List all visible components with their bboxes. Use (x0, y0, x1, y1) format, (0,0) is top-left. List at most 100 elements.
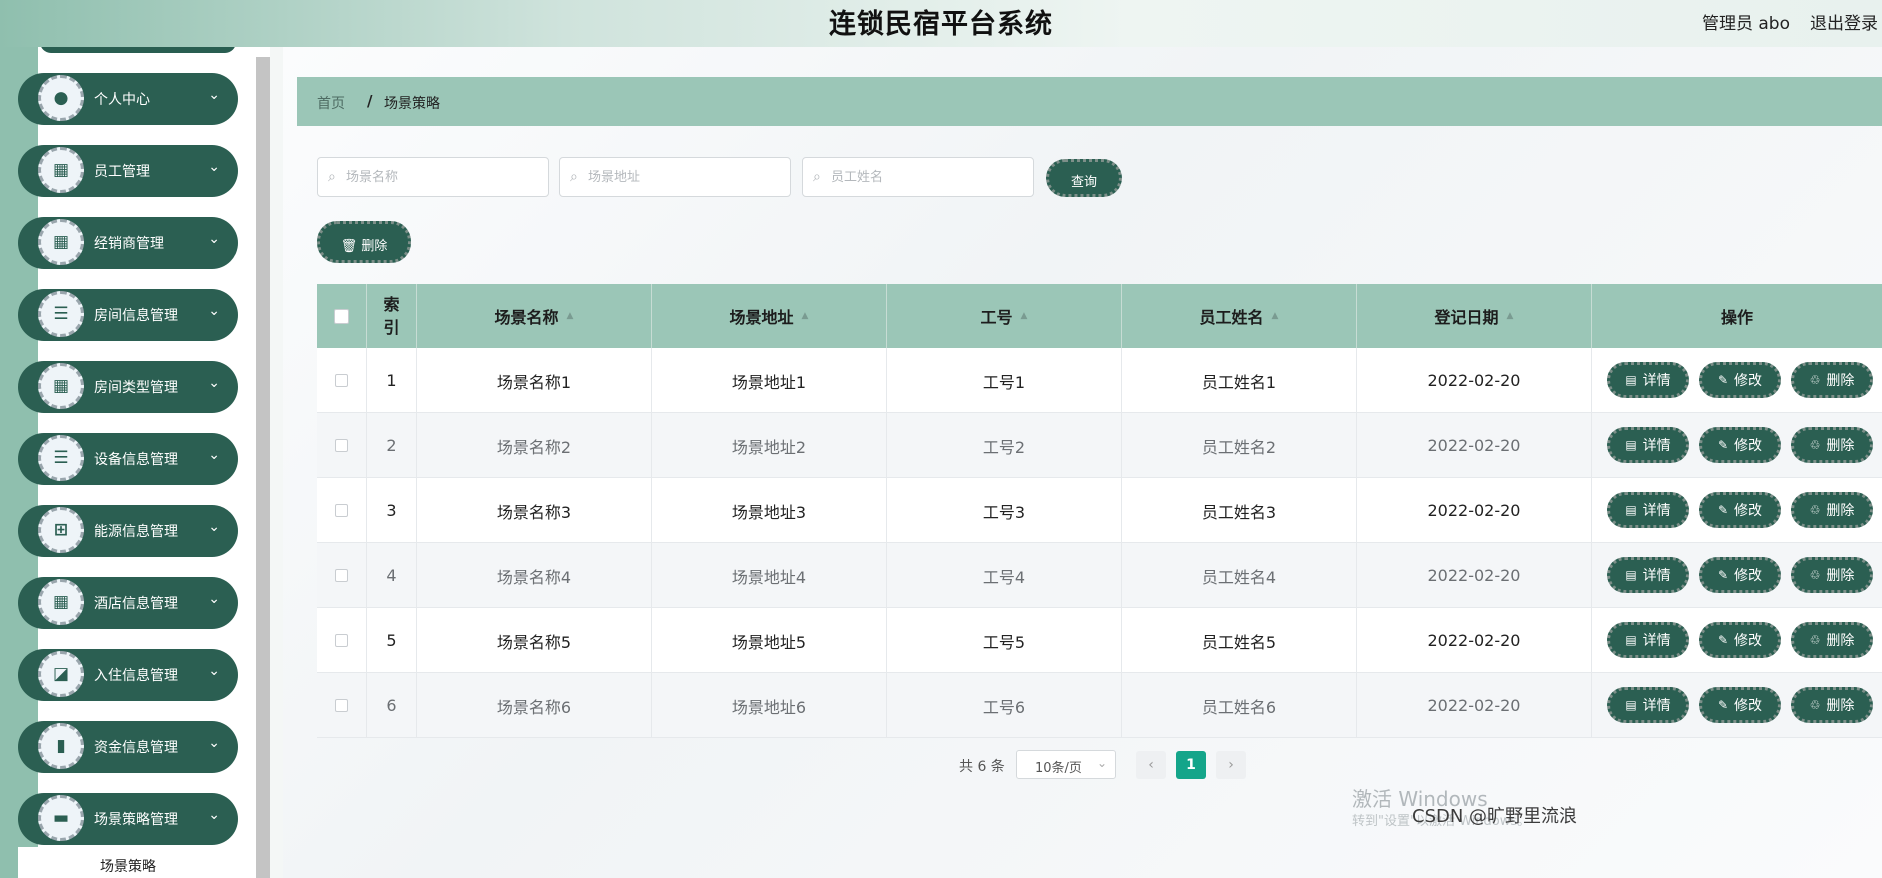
sidebar-item[interactable]: ◪ 入住信息管理 ⌄ (18, 649, 238, 701)
header-index-label: 索引 (383, 295, 400, 337)
row-checkbox[interactable] (335, 504, 348, 517)
batch-delete-button[interactable]: 🗑 删除 (317, 221, 411, 263)
delete-button-label: 删除 (1826, 373, 1855, 389)
cell-index: 6 (367, 673, 417, 738)
header-actions: 操作 (1592, 284, 1882, 348)
detail-button[interactable]: ▤ 详情 (1607, 557, 1689, 593)
row-select-cell (317, 478, 367, 543)
query-button-label: 查询 (1070, 175, 1097, 190)
top-header: 连锁民宿平台系统 管理员 abo 退出登录 (0, 0, 1882, 47)
document-icon: ▤ (1625, 698, 1637, 712)
delete-button[interactable]: ♲ 删除 (1791, 687, 1873, 723)
delete-button[interactable]: ♲ 删除 (1791, 362, 1873, 398)
logout-link[interactable]: 退出登录 (1810, 9, 1878, 34)
detail-button[interactable]: ▤ 详情 (1607, 427, 1689, 463)
sidebar-item[interactable]: ▦ 经销商管理 ⌄ (18, 217, 238, 269)
cell-index: 1 (367, 348, 417, 413)
row-checkbox[interactable] (335, 634, 348, 647)
sort-icon[interactable]: ▲︎ (1507, 311, 1514, 321)
sidebar-item[interactable]: ▮ 资金信息管理 ⌄ (18, 721, 238, 773)
cell-job-no: 工号3 (887, 478, 1122, 543)
header-actions-label: 操作 (1720, 308, 1753, 327)
employee-name-search-input[interactable] (831, 166, 1027, 188)
edit-button-label: 修改 (1734, 568, 1763, 584)
edit-button[interactable]: ✎ 修改 (1699, 557, 1781, 593)
cell-scene-name: 场景名称3 (417, 478, 652, 543)
sidebar-item[interactable]: ▦ 酒店信息管理 ⌄ (18, 577, 238, 629)
cell-reg-date: 2022-02-20 (1357, 478, 1592, 543)
cell-scene-name: 场景名称5 (417, 608, 652, 673)
edit-button[interactable]: ✎ 修改 (1699, 492, 1781, 528)
cell-reg-date: 2022-02-20 (1357, 673, 1592, 738)
breadcrumb-home[interactable]: 首页 (317, 93, 345, 113)
delete-button-label: 删除 (1826, 503, 1855, 519)
row-checkbox[interactable] (335, 569, 348, 582)
sidebar-item[interactable]: ▦ 员工管理 ⌄ (18, 145, 238, 197)
delete-button[interactable]: ♲ 删除 (1791, 557, 1873, 593)
sort-icon[interactable]: ▲︎ (802, 311, 809, 321)
delete-button[interactable]: ♲ 删除 (1791, 427, 1873, 463)
sort-icon[interactable]: ▲︎ (1021, 311, 1028, 321)
sidebar-item[interactable]: ▬ 场景策略管理 ⌄ (18, 793, 238, 845)
sidebar-item[interactable]: ▦ 房间类型管理 ⌄ (18, 361, 238, 413)
sidebar-item-label: 员工管理 (94, 164, 150, 180)
select-all-checkbox[interactable] (334, 308, 349, 324)
detail-button[interactable]: ▤ 详情 (1607, 362, 1689, 398)
sidebar-item[interactable]: ☰ 设备信息管理 ⌄ (18, 433, 238, 485)
scene-name-search-field[interactable]: ⌕ (317, 157, 549, 197)
list-icon: ☰ (38, 435, 84, 481)
edit-button[interactable]: ✎ 修改 (1699, 362, 1781, 398)
chevron-down-icon: ⌄ (208, 663, 220, 679)
cell-index: 5 (367, 608, 417, 673)
sort-icon[interactable]: ▲︎ (567, 311, 574, 321)
pagination-page-1[interactable]: 1 (1176, 751, 1206, 779)
delete-button-label: 删除 (1826, 438, 1855, 454)
pagination-prev-button[interactable]: ‹ (1136, 751, 1166, 779)
list-icon: ☰ (38, 291, 84, 337)
submenu-item-scene-strategy[interactable]: 场景策略 (18, 847, 238, 878)
pagination-next-button[interactable]: › (1216, 751, 1246, 779)
cell-reg-date: 2022-02-20 (1357, 413, 1592, 478)
cell-index: 2 (367, 413, 417, 478)
employee-name-search-field[interactable]: ⌕ (802, 157, 1034, 197)
page-size-select[interactable]: 10条/页 ⌄ (1016, 750, 1116, 779)
delete-button[interactable]: ♲ 删除 (1791, 622, 1873, 658)
row-checkbox[interactable] (335, 699, 348, 712)
edit-button-label: 修改 (1734, 373, 1763, 389)
edit-button[interactable]: ✎ 修改 (1699, 687, 1781, 723)
edit-button[interactable]: ✎ 修改 (1699, 427, 1781, 463)
scene-address-search-input[interactable] (588, 166, 784, 188)
detail-button[interactable]: ▤ 详情 (1607, 622, 1689, 658)
delete-button[interactable]: ♲ 删除 (1791, 492, 1873, 528)
document-icon: ▤ (1625, 633, 1637, 647)
sidebar-menu-item-partial[interactable] (40, 47, 236, 53)
chevron-down-icon: ⌄ (208, 375, 220, 391)
header-scene-address[interactable]: 场景地址 ▲︎ (652, 284, 887, 348)
sidebar-item[interactable]: ☰ 房间信息管理 ⌄ (18, 289, 238, 341)
edit-button[interactable]: ✎ 修改 (1699, 622, 1781, 658)
scene-address-search-field[interactable]: ⌕ (559, 157, 791, 197)
table-row: 2 场景名称2 场景地址2 工号2 员工姓名2 2022-02-20 ▤ 详情 ✎ 修改 ♲ 删除 (317, 413, 1882, 478)
sidebar-item-label: 入住信息管理 (94, 668, 178, 684)
row-checkbox[interactable] (335, 439, 348, 452)
detail-button[interactable]: ▤ 详情 (1607, 492, 1689, 528)
grid-icon: ▦ (38, 579, 84, 625)
header-reg-date[interactable]: 登记日期 ▲︎ (1357, 284, 1592, 348)
sort-icon[interactable]: ▲︎ (1272, 311, 1279, 321)
detail-button-label: 详情 (1642, 503, 1671, 519)
edit-button-label: 修改 (1734, 698, 1763, 714)
detail-button[interactable]: ▤ 详情 (1607, 687, 1689, 723)
sidebar-item[interactable]: ⊞ 能源信息管理 ⌄ (18, 505, 238, 557)
sidebar-scrollbar[interactable] (256, 57, 270, 878)
query-button[interactable]: 查询 (1046, 159, 1122, 197)
sidebar-item[interactable]: ● 个人中心 ⌄ (18, 73, 238, 125)
detail-button-label: 详情 (1642, 698, 1671, 714)
header-job-no[interactable]: 工号 ▲︎ (887, 284, 1122, 348)
scene-name-search-input[interactable] (346, 166, 542, 188)
header-employee-name[interactable]: 员工姓名 ▲︎ (1122, 284, 1357, 348)
header-scene-name[interactable]: 场景名称 ▲︎ (417, 284, 652, 348)
row-checkbox[interactable] (335, 374, 348, 387)
cell-scene-name: 场景名称6 (417, 673, 652, 738)
csdn-watermark: CSDN @旷野里流浪 (1412, 806, 1578, 827)
breadcrumb: 首页 / 场景策略 (297, 77, 1882, 126)
